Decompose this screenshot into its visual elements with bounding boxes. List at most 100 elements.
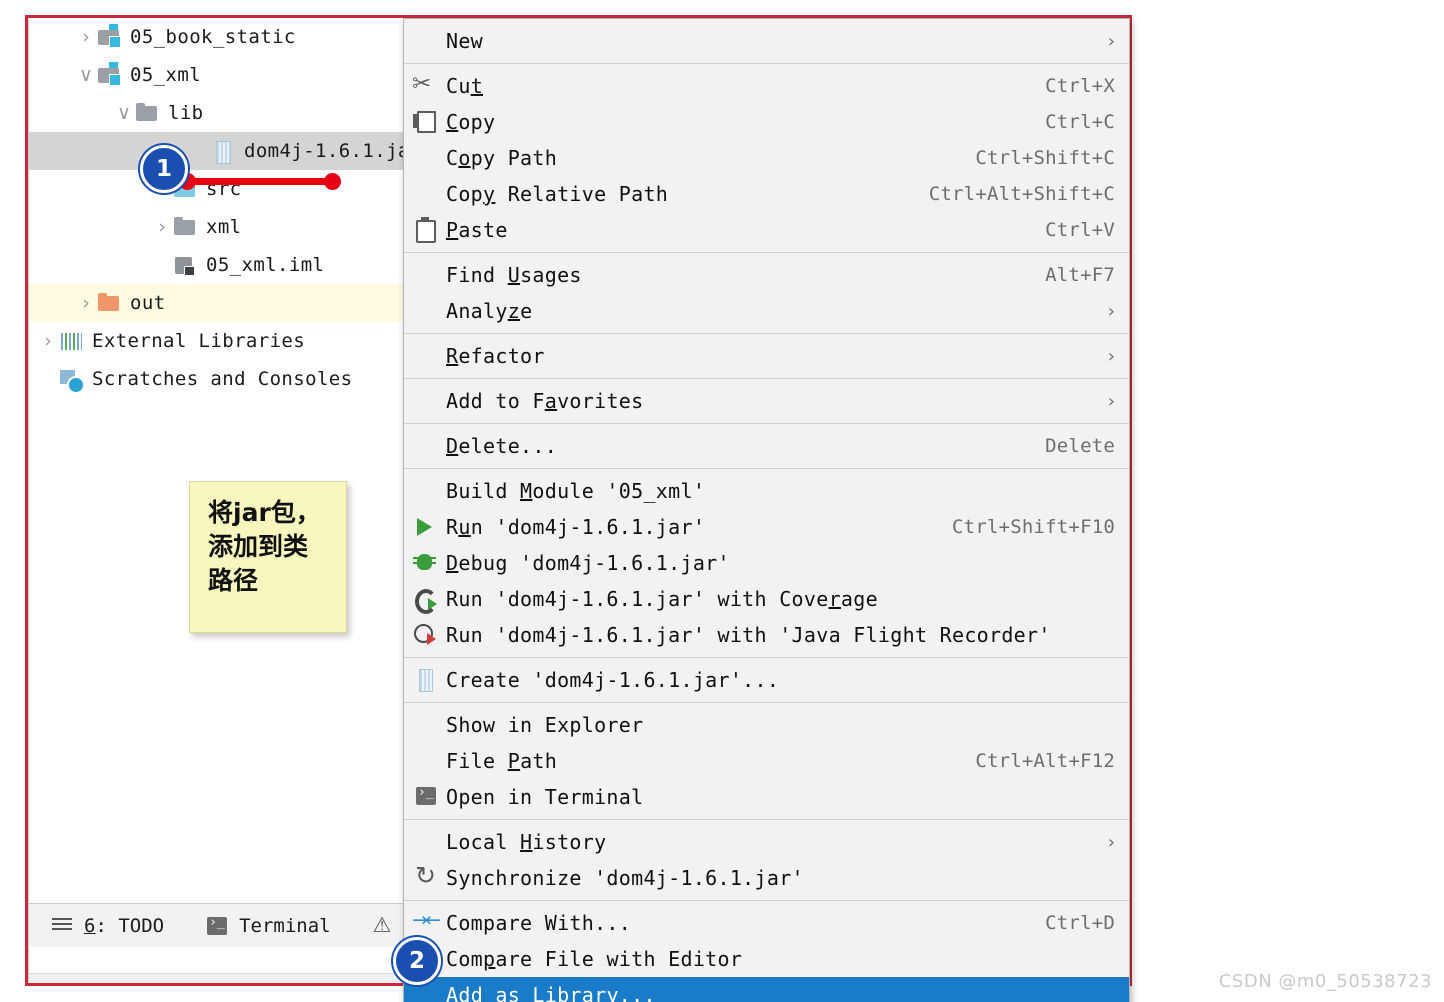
menu-icon-placeholder xyxy=(404,145,446,171)
menu-item-cut[interactable]: Cut Ctrl+X xyxy=(404,68,1129,104)
copy-icon xyxy=(404,109,446,135)
menu-item-shortcut: Ctrl+Alt+Shift+C xyxy=(928,183,1115,205)
menu-item-file-path[interactable]: File Path Ctrl+Alt+F12 xyxy=(404,743,1129,779)
context-menu[interactable]: New › Cut Ctrl+X Copy Ctrl+C Copy Path Ctrl+Shi… xyxy=(403,18,1130,1002)
menu-icon-placeholder xyxy=(404,712,446,738)
menu-item-compare-with[interactable]: Compare With... Ctrl+D xyxy=(404,905,1129,941)
sync-icon xyxy=(404,861,446,891)
menu-item-add-as-library[interactable]: Add as Library... xyxy=(404,977,1129,1002)
menu-item-open-in-terminal[interactable]: Open in Terminal xyxy=(404,779,1129,815)
tree-node-label: 05_xml.iml xyxy=(206,254,325,276)
menu-item-shortcut: Ctrl+D xyxy=(1045,912,1115,934)
sticky-note-line-1: 将jar包， xyxy=(208,498,321,527)
menu-item-add-to-favorites[interactable]: Add to Favorites › xyxy=(404,383,1129,419)
tree-node-label: lib xyxy=(168,102,204,124)
menu-item-refactor[interactable]: Refactor › xyxy=(404,338,1129,374)
folder-orange-icon xyxy=(97,292,123,314)
menu-icon-placeholder xyxy=(404,181,446,207)
sticky-note-line-2: 添加到类 xyxy=(208,531,309,561)
chevron-right-icon: › xyxy=(1107,390,1115,412)
jar-file-icon xyxy=(211,140,237,164)
menu-item-shortcut: Ctrl+Shift+F10 xyxy=(952,516,1115,538)
menu-item-label: Debug 'dom4j-1.6.1.jar' xyxy=(446,551,730,575)
menu-item-find-usages[interactable]: Find Usages Alt+F7 xyxy=(404,257,1129,293)
menu-icon-placeholder xyxy=(404,829,446,855)
menu-item-delete[interactable]: Delete... Delete xyxy=(404,428,1129,464)
menu-item-label: Add to Favorites xyxy=(446,389,644,413)
warning-icon xyxy=(373,913,397,937)
menu-item-shortcut: Ctrl+C xyxy=(1045,111,1115,133)
sticky-note-annotation: 将jar包， 添加到类 路径 xyxy=(189,481,347,633)
menu-item-synchronize-dom4j-1-6-1-jar[interactable]: Synchronize 'dom4j-1.6.1.jar' xyxy=(404,860,1129,896)
menu-item-shortcut: Ctrl+V xyxy=(1045,219,1115,241)
menu-icon-placeholder xyxy=(404,982,446,1002)
menu-item-label: Synchronize 'dom4j-1.6.1.jar' xyxy=(446,866,804,890)
chevron-right-icon[interactable]: › xyxy=(75,293,97,313)
menu-item-run-dom4j-1-6-1-jar-with-java-flight-recorder[interactable]: Run 'dom4j-1.6.1.jar' with 'Java Flight … xyxy=(404,617,1129,653)
module-folder-icon xyxy=(97,62,123,86)
menu-separator xyxy=(404,63,1129,64)
menu-item-label: Copy Path xyxy=(446,146,558,170)
module-badge-icon xyxy=(109,24,118,30)
paste-icon xyxy=(404,217,446,243)
menu-item-create-dom4j-1-6-1-jar[interactable]: Create 'dom4j-1.6.1.jar'... xyxy=(404,662,1129,698)
twisty-placeholder xyxy=(37,370,59,389)
debug-icon xyxy=(404,550,446,576)
tool-window-button-todo[interactable]: 6: TODO xyxy=(51,915,164,937)
chevron-down-icon[interactable]: ∨ xyxy=(75,65,97,85)
step-2-badge: 2 xyxy=(393,937,441,985)
menu-item-label: Run 'dom4j-1.6.1.jar' xyxy=(446,515,706,539)
menu-item-debug-dom4j-1-6-1-jar[interactable]: Debug 'dom4j-1.6.1.jar' xyxy=(404,545,1129,581)
scratches-icon xyxy=(59,368,85,394)
chevron-right-icon: › xyxy=(1107,345,1115,367)
menu-item-label: Show in Explorer xyxy=(446,713,644,737)
menu-item-show-in-explorer[interactable]: Show in Explorer xyxy=(404,707,1129,743)
menu-icon-placeholder xyxy=(404,343,446,369)
tree-node-label: Scratches and Consoles xyxy=(92,368,353,390)
menu-separator xyxy=(404,900,1129,901)
menu-item-copy-relative-path[interactable]: Copy Relative Path Ctrl+Alt+Shift+C xyxy=(404,176,1129,212)
tool-window-terminal-label: Terminal xyxy=(239,914,331,937)
jar-icon xyxy=(404,667,446,693)
menu-item-label: Paste xyxy=(446,218,508,242)
iml-file-icon xyxy=(173,254,199,276)
menu-item-run-dom4j-1-6-1-jar-with-coverage[interactable]: Run 'dom4j-1.6.1.jar' with Coverage xyxy=(404,581,1129,617)
menu-item-local-history[interactable]: Local History › xyxy=(404,824,1129,860)
chevron-down-icon[interactable]: ∨ xyxy=(113,103,135,123)
menu-item-shortcut: Alt+F7 xyxy=(1045,264,1115,286)
menu-item-build-module-05-xml[interactable]: Build Module '05_xml' xyxy=(404,473,1129,509)
menu-item-label: Local History xyxy=(446,830,607,854)
tool-window-button-terminal[interactable]: Terminal xyxy=(206,915,331,937)
menu-separator xyxy=(404,819,1129,820)
menu-item-label: Compare With... xyxy=(446,911,632,935)
menu-item-label: Open in Terminal xyxy=(446,785,644,809)
scissors-icon xyxy=(404,71,446,99)
chevron-right-icon[interactable]: › xyxy=(151,217,173,237)
menu-item-compare-file-with-editor[interactable]: Compare File with Editor xyxy=(404,941,1129,977)
menu-item-analyze[interactable]: Analyze › xyxy=(404,293,1129,329)
tree-node-label: dom4j-1.6.1.jar xyxy=(244,140,422,162)
menu-item-label: Create 'dom4j-1.6.1.jar'... xyxy=(446,668,780,692)
menu-item-label: Find Usages xyxy=(446,263,582,287)
chevron-right-icon[interactable]: › xyxy=(75,27,97,47)
menu-item-paste[interactable]: Paste Ctrl+V xyxy=(404,212,1129,248)
terminal-icon xyxy=(404,784,446,810)
menu-item-shortcut: Ctrl+Shift+C xyxy=(975,147,1115,169)
menu-icon-placeholder xyxy=(404,388,446,414)
menu-icon-placeholder xyxy=(404,748,446,774)
chevron-right-icon: › xyxy=(1107,300,1115,322)
menu-item-label: Analyze xyxy=(446,299,533,323)
menu-icon-placeholder xyxy=(404,478,446,504)
compare-icon xyxy=(404,909,446,936)
menu-item-copy-path[interactable]: Copy Path Ctrl+Shift+C xyxy=(404,140,1129,176)
jfr-icon xyxy=(404,622,446,648)
twisty-placeholder xyxy=(151,256,173,275)
tree-node-label: out xyxy=(130,292,166,314)
menu-item-new[interactable]: New › xyxy=(404,23,1129,59)
chevron-right-icon[interactable]: › xyxy=(37,331,59,351)
module-folder-icon xyxy=(97,24,123,48)
step-1-number: 1 xyxy=(155,156,172,182)
menu-item-run-dom4j-1-6-1-jar[interactable]: Run 'dom4j-1.6.1.jar' Ctrl+Shift+F10 xyxy=(404,509,1129,545)
menu-item-copy[interactable]: Copy Ctrl+C xyxy=(404,104,1129,140)
menu-item-label: Add as Library... xyxy=(446,983,656,1002)
